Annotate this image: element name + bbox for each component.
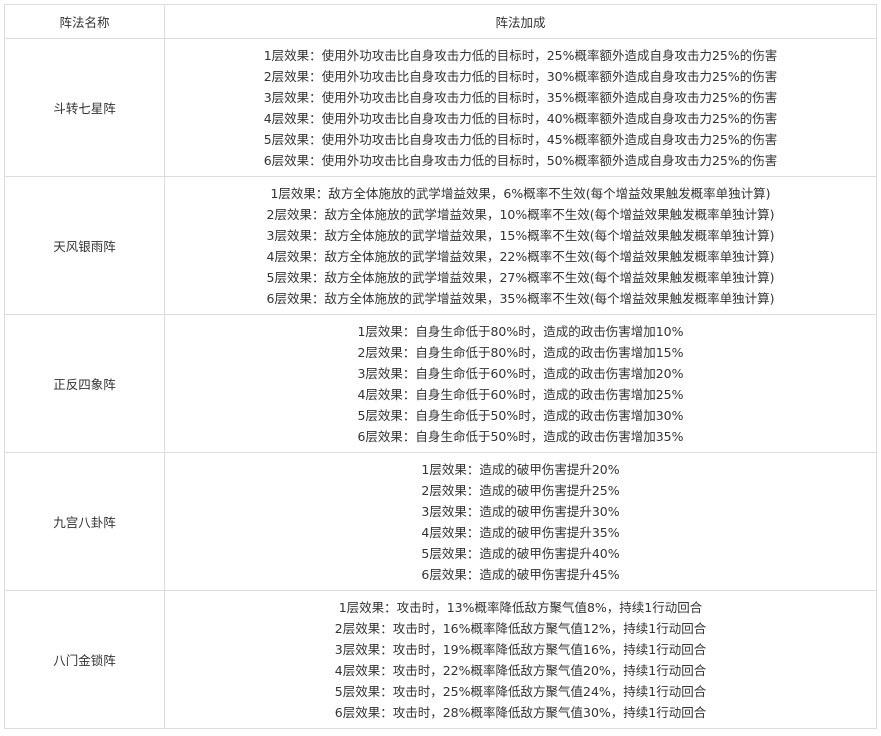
effect-line: 5层效果：自身生命低于50%时，造成的政击伤害增加30% bbox=[357, 407, 684, 423]
effect-line: 4层效果：造成的破甲伤害提升35% bbox=[421, 524, 620, 540]
effect-line: 1层效果：使用外功攻击比自身攻击力低的目标时，25%概率额外造成自身攻击力25%… bbox=[263, 47, 778, 63]
effect-line: 6层效果：自身生命低于50%时，造成的政击伤害增加35% bbox=[357, 428, 684, 444]
table-row: 天风银雨阵 1层效果：敌方全体施放的武学增益效果，6%概率不生效(每个增益效果触发… bbox=[4, 176, 877, 315]
effect-line: 1层效果：自身生命低于80%时，造成的政击伤害增加10% bbox=[357, 323, 684, 339]
header-formation-bonus: 阵法加成 bbox=[164, 4, 877, 39]
formation-bonus: 1层效果：使用外功攻击比自身攻击力低的目标时，25%概率额外造成自身攻击力25%… bbox=[164, 38, 877, 177]
effect-line: 1层效果：敌方全体施放的武学增益效果，6%概率不生效(每个增益效果触发概率单独计… bbox=[270, 185, 771, 201]
formation-bonus: 1层效果：造成的破甲伤害提升20% 2层效果：造成的破甲伤害提升25% 3层效果：造… bbox=[164, 452, 877, 591]
table-row: 斗转七星阵 1层效果：使用外功攻击比自身攻击力低的目标时，25%概率额外造成自身攻… bbox=[4, 38, 877, 177]
effect-line: 5层效果：攻击时，25%概率降低敌方聚气值24%，持续1行动回合 bbox=[334, 683, 707, 699]
effect-line: 6层效果：使用外功攻击比自身攻击力低的目标时，50%概率额外造成自身攻击力25%… bbox=[263, 152, 778, 168]
effect-line: 2层效果：敌方全体施放的武学增益效果，10%概率不生效(每个增益效果触发概率单独… bbox=[266, 206, 775, 222]
formation-name: 八门金锁阵 bbox=[4, 590, 165, 729]
effect-line: 4层效果：敌方全体施放的武学增益效果，22%概率不生效(每个增益效果触发概率单独… bbox=[266, 248, 775, 264]
table-row: 正反四象阵 1层效果：自身生命低于80%时，造成的政击伤害增加10% 2层效果：自身… bbox=[4, 314, 877, 453]
effect-line: 5层效果：使用外功攻击比自身攻击力低的目标时，45%概率额外造成自身攻击力25%… bbox=[263, 131, 778, 147]
effect-line: 1层效果：攻击时，13%概率降低敌方聚气值8%，持续1行动回合 bbox=[338, 599, 703, 615]
effect-line: 5层效果：造成的破甲伤害提升40% bbox=[421, 545, 620, 561]
formation-bonus: 1层效果：自身生命低于80%时，造成的政击伤害增加10% 2层效果：自身生命低于8… bbox=[164, 314, 877, 453]
effect-line: 2层效果：攻击时，16%概率降低敌方聚气值12%，持续1行动回合 bbox=[334, 620, 707, 636]
effect-line: 3层效果：自身生命低于60%时，造成的政击伤害增加20% bbox=[357, 365, 684, 381]
effect-line: 5层效果：敌方全体施放的武学增益效果，27%概率不生效(每个增益效果触发概率单独… bbox=[266, 269, 775, 285]
effect-line: 6层效果：造成的破甲伤害提升45% bbox=[421, 566, 620, 582]
effect-line: 2层效果：使用外功攻击比自身攻击力低的目标时，30%概率额外造成自身攻击力25%… bbox=[263, 68, 778, 84]
table-row: 八门金锁阵 1层效果：攻击时，13%概率降低敌方聚气值8%，持续1行动回合 2层效果… bbox=[4, 590, 877, 729]
formation-name: 九宫八卦阵 bbox=[4, 452, 165, 591]
effect-line: 4层效果：自身生命低于60%时，造成的政击伤害增加25% bbox=[357, 386, 684, 402]
effect-line: 3层效果：攻击时，19%概率降低敌方聚气值16%，持续1行动回合 bbox=[334, 641, 707, 657]
formation-bonus: 1层效果：敌方全体施放的武学增益效果，6%概率不生效(每个增益效果触发概率单独计… bbox=[164, 176, 877, 315]
effect-line: 3层效果：使用外功攻击比自身攻击力低的目标时，35%概率额外造成自身攻击力25%… bbox=[263, 89, 778, 105]
header-formation-name: 阵法名称 bbox=[4, 4, 165, 39]
table-header-row: 阵法名称 阵法加成 bbox=[4, 4, 877, 39]
effect-line: 4层效果：使用外功攻击比自身攻击力低的目标时，40%概率额外造成自身攻击力25%… bbox=[263, 110, 778, 126]
effect-line: 1层效果：造成的破甲伤害提升20% bbox=[421, 461, 620, 477]
effect-line: 4层效果：攻击时，22%概率降低敌方聚气值20%，持续1行动回合 bbox=[334, 662, 707, 678]
formation-name: 天风银雨阵 bbox=[4, 176, 165, 315]
effect-line: 6层效果：攻击时，28%概率降低敌方聚气值30%，持续1行动回合 bbox=[334, 704, 707, 720]
effect-line: 2层效果：自身生命低于80%时，造成的政击伤害增加15% bbox=[357, 344, 684, 360]
effect-line: 3层效果：造成的破甲伤害提升30% bbox=[421, 503, 620, 519]
formation-table-container: 阵法名称 阵法加成 斗转七星阵 1层效果：使用外功攻击比自身攻击力低的目标时，25… bbox=[4, 4, 877, 729]
effect-line: 6层效果：敌方全体施放的武学增益效果，35%概率不生效(每个增益效果触发概率单独… bbox=[266, 290, 775, 306]
formation-name: 正反四象阵 bbox=[4, 314, 165, 453]
formation-bonus: 1层效果：攻击时，13%概率降低敌方聚气值8%，持续1行动回合 2层效果：攻击时，… bbox=[164, 590, 877, 729]
effect-line: 3层效果：敌方全体施放的武学增益效果，15%概率不生效(每个增益效果触发概率单独… bbox=[266, 227, 775, 243]
formation-name: 斗转七星阵 bbox=[4, 38, 165, 177]
table-row: 九宫八卦阵 1层效果：造成的破甲伤害提升20% 2层效果：造成的破甲伤害提升25% 3… bbox=[4, 452, 877, 591]
effect-line: 2层效果：造成的破甲伤害提升25% bbox=[421, 482, 620, 498]
formation-table: 阵法名称 阵法加成 斗转七星阵 1层效果：使用外功攻击比自身攻击力低的目标时，25… bbox=[4, 4, 877, 729]
